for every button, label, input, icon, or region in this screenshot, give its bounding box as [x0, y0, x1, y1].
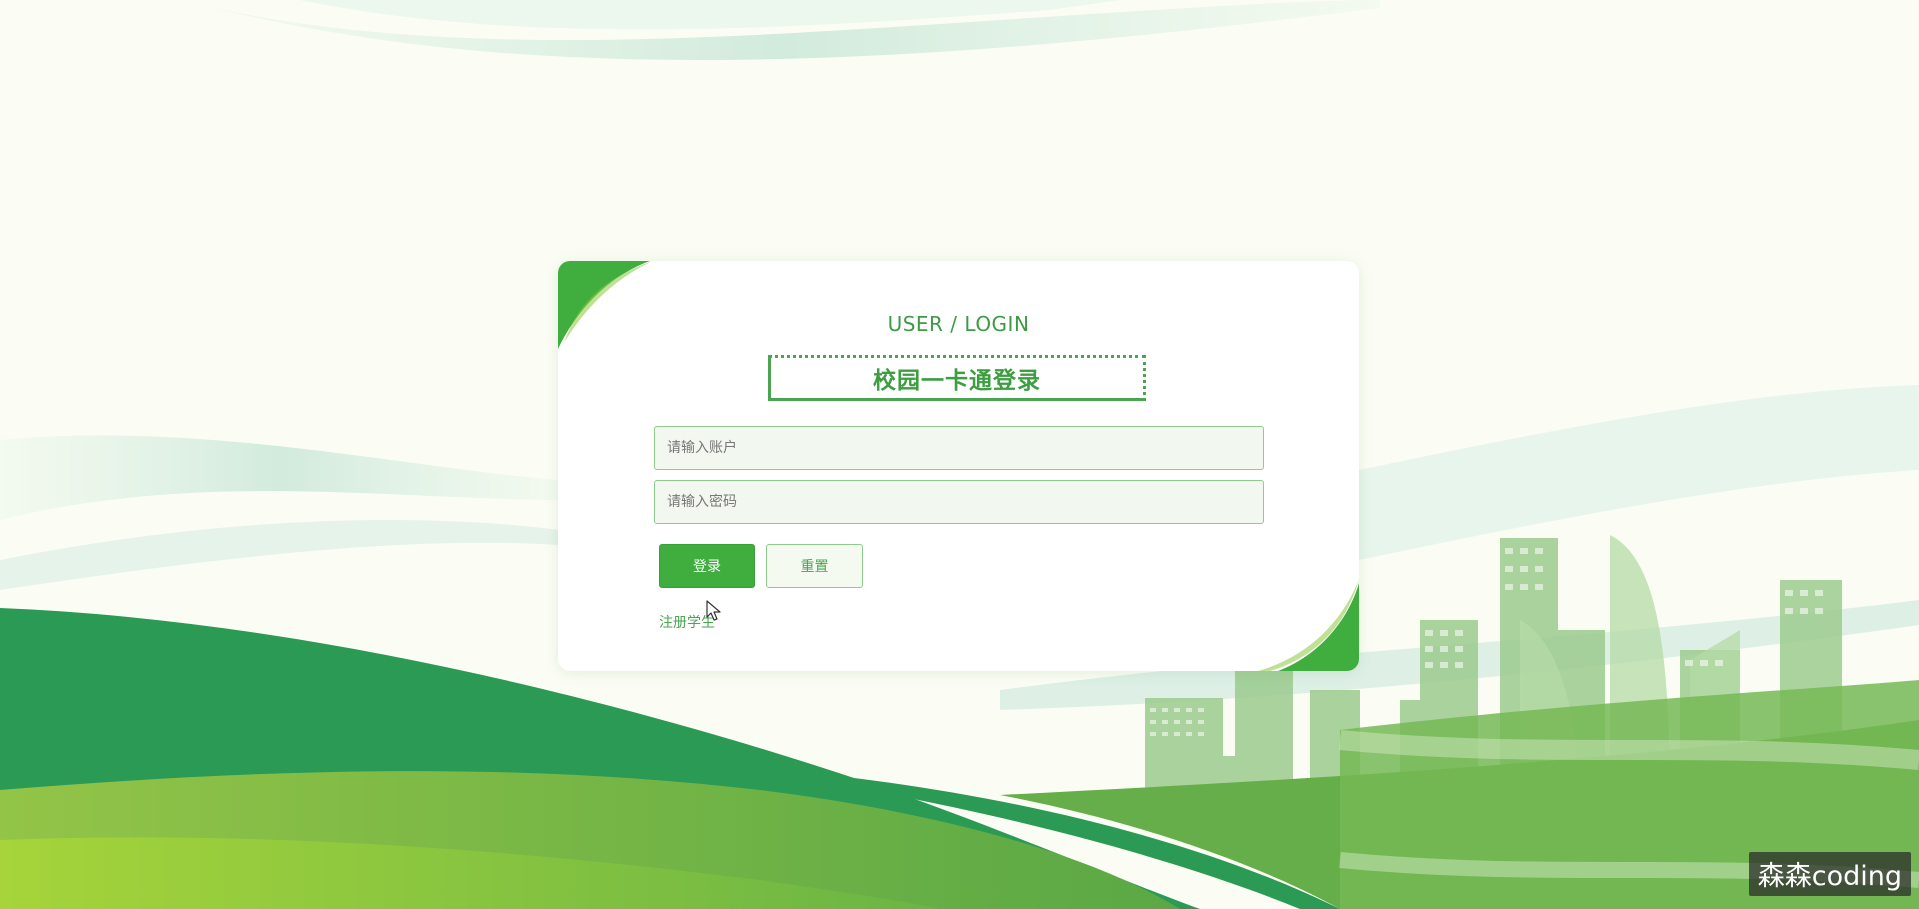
watermark: 森森coding [1748, 852, 1911, 896]
mouse-pointer-icon [706, 600, 721, 621]
reset-button[interactable]: 重置 [766, 544, 863, 588]
title-frame: 校园一卡通登录 [768, 355, 1146, 401]
login-button[interactable]: 登录 [659, 544, 755, 588]
password-input[interactable] [654, 480, 1264, 524]
login-subtitle: USER / LOGIN [887, 312, 1030, 336]
login-card: USER / LOGIN 校园一卡通登录 登录 重置 注册学生 [558, 261, 1359, 671]
account-input[interactable] [654, 426, 1264, 470]
page-title: 校园一卡通登录 [873, 368, 1041, 394]
